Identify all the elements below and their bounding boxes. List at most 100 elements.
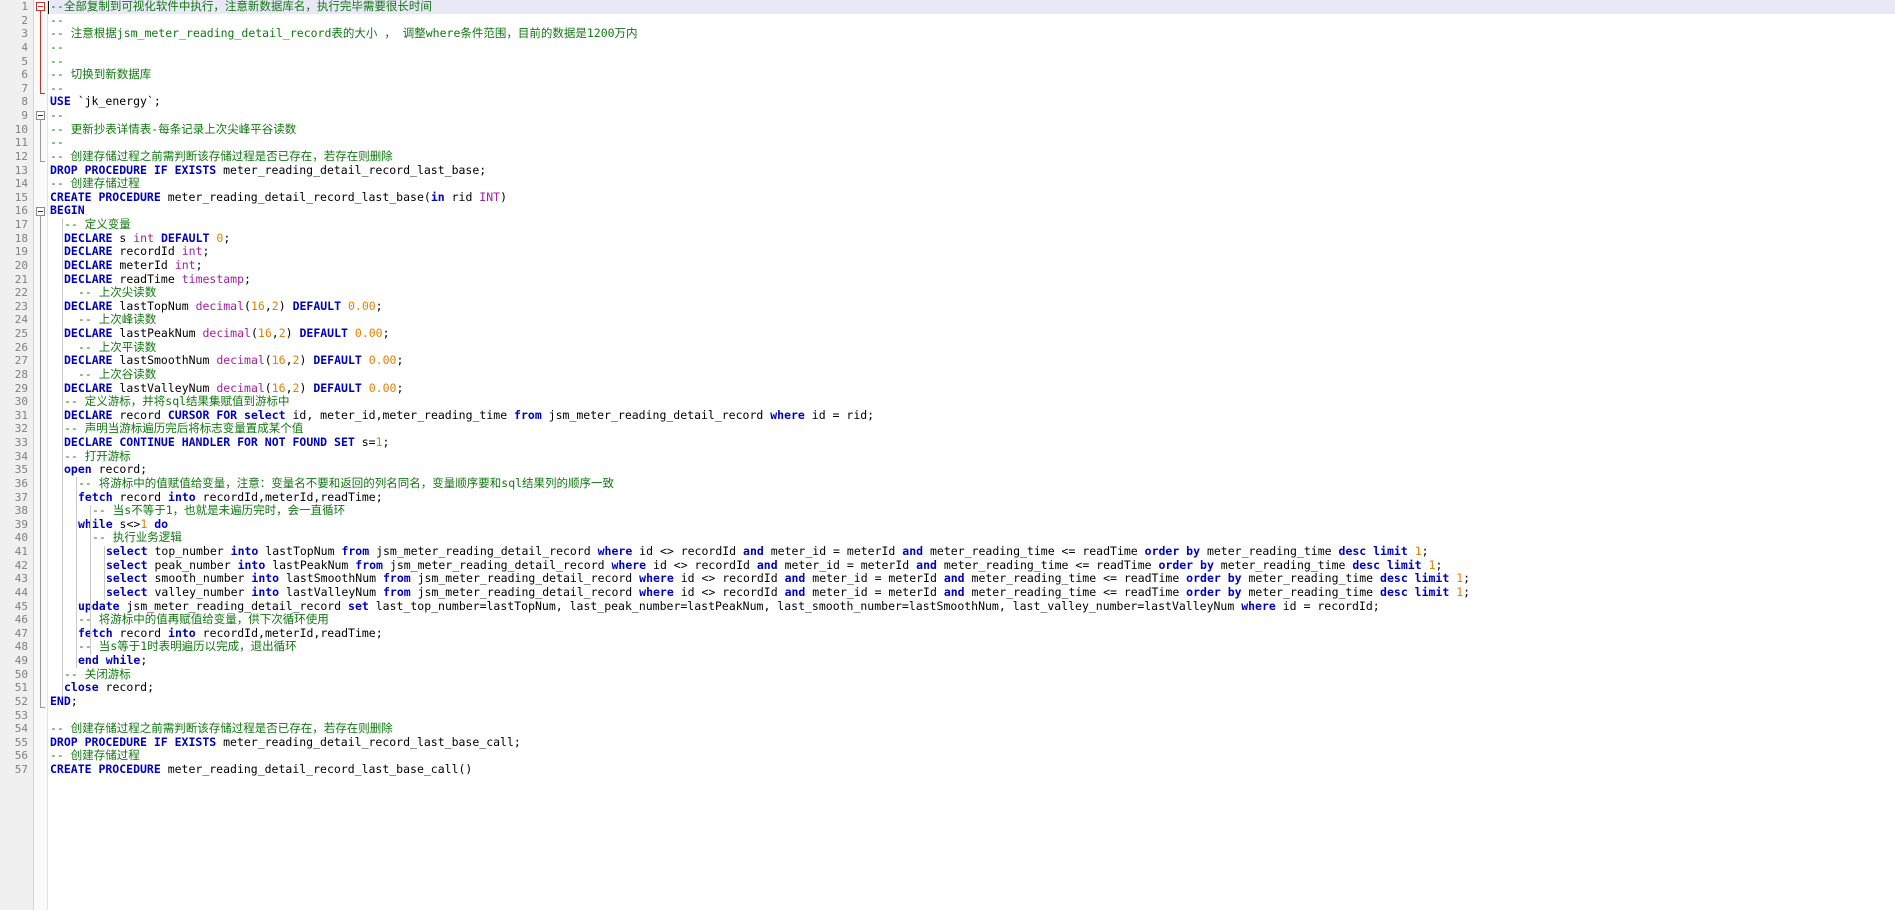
token-cmt: -- 定义游标，并将sql结果集赋值到游标中 [64,394,290,409]
code-line[interactable]: -- [50,12,1895,28]
token-pln: jsm_meter_reading_detail_record [410,571,640,586]
sql-code-editor[interactable]: 1 2 3 4 5 6 7 8 9 10 11 12 13 14 15 16 17 18 19 20 21 22 23 24 2… [0,0,1895,910]
code-line[interactable]: BEGIN [50,204,1895,218]
token-typ: decimal [216,353,265,368]
code-line[interactable]: -- 将游标中的值再赋值给变量，供下次循环使用 [50,612,1895,627]
code-line[interactable]: -- [50,108,1895,123]
code-line[interactable]: CREATE PROCEDURE meter_reading_detail_re… [50,762,1895,777]
line-number: 24 [14,313,28,327]
token-kw: do [154,516,169,531]
code-line[interactable]: DECLARE lastValleyNum decimal(16,2) DEFA… [50,380,1895,396]
code-line[interactable]: -- 上次谷读数 [50,367,1895,382]
token-cmt: -- 声明当游标遍历完后将标志变量置成某个值 [64,421,304,436]
code-line[interactable]: DECLARE recordId int; [50,244,1895,259]
token-kw: order by [1186,571,1242,586]
code-line[interactable]: -- [50,54,1895,69]
token-kw: set [348,598,369,613]
code-line[interactable]: while s<>1 do [50,516,1895,532]
token-num: 0.00 [347,298,376,313]
token-pln: id <> recordId [632,544,744,558]
code-line[interactable]: DECLARE lastTopNum decimal(16,2) DEFAULT… [50,298,1895,314]
code-line[interactable]: -- 上次平读数 [50,340,1895,355]
token-typ: decimal [195,298,245,313]
code-line[interactable]: -- 上次峰读数 [50,313,1895,327]
code-line[interactable]: select valley_number into lastValleyNum … [50,584,1895,600]
code-line[interactable]: -- 将游标中的值赋值给变量，注意：变量名不要和返回的列名同名，变量顺序要和sq… [50,476,1895,491]
token-kw: desc limit [1338,544,1408,558]
token-pln: ) [299,353,314,368]
code-line[interactable]: -- 创建存储过程之前需判断该存储过程是否已存在，若存在则删除 [50,148,1895,164]
token-kw: into [230,544,259,558]
code-line[interactable]: -- 创建存储过程之前需判断该存储过程是否已存在，若存在则删除 [50,721,1895,736]
code-line[interactable]: select smooth_number into lastSmoothNum … [50,571,1895,586]
token-pln: jsm_meter_reading_detail_record [369,544,598,558]
token-pln: meterId [112,257,175,272]
code-line[interactable]: DECLARE CONTINUE HANDLER FOR NOT FOUND S… [50,435,1895,450]
code-line[interactable]: -- 定义变量 [50,217,1895,232]
code-line[interactable]: -- 定义游标，并将sql结果集赋值到游标中 [50,394,1895,409]
token-typ: timestamp [181,271,245,286]
code-line[interactable]: -- 切换到新数据库 [50,67,1895,82]
code-line[interactable]: DECLARE meterId int; [50,257,1895,273]
code-line[interactable]: CREATE PROCEDURE meter_reading_detail_re… [50,190,1895,205]
code-line[interactable]: -- 关闭游标 [50,667,1895,682]
code-line[interactable]: DECLARE lastPeakNum decimal(16,2) DEFAUL… [50,326,1895,341]
code-line[interactable]: -- 创建存储过程 [50,176,1895,191]
code-line[interactable]: -- 创建存储过程 [50,749,1895,763]
token-cmt: -- 切换到新数据库 [50,67,152,82]
code-line[interactable]: close record; [50,680,1895,695]
token-pln: ( [250,326,258,340]
code-line[interactable]: update jsm_meter_reading_detail_record s… [50,598,1895,614]
code-line[interactable]: fetch record into recordId,meterId,readT… [50,625,1895,641]
code-line[interactable]: -- 注意根据jsm_meter_reading_detail_record表的… [50,26,1895,41]
token-pln: ) [299,380,314,395]
fold-toggle-icon[interactable] [36,111,45,121]
token-cmt: -- 创建存储过程之前需判断该存储过程是否已存在，若存在则删除 [50,148,393,163]
code-line[interactable]: USE `jk_energy`; [50,95,1895,109]
code-line[interactable]: -- 更新抄表详情表-每条记录上次尖峰平谷读数 [50,122,1895,137]
fold-toggle-icon[interactable] [36,206,45,216]
line-number: 48 [14,640,28,654]
code-line[interactable]: DECLARE lastSmoothNum decimal(16,2) DEFA… [50,353,1895,368]
code-line[interactable]: end while; [50,653,1895,668]
code-line[interactable]: DECLARE s int DEFAULT 0; [50,231,1895,246]
token-pln: ; [1421,544,1429,558]
indent-guide [76,477,77,669]
code-line[interactable] [50,709,1895,723]
token-typ: decimal [216,380,265,395]
code-line[interactable]: -- 声明当游标遍历完后将标志变量置成某个值 [50,422,1895,436]
code-line[interactable]: -- 上次尖读数 [50,285,1895,300]
token-pln: record [112,625,169,640]
code-line[interactable]: select top_number into lastTopNum from j… [50,544,1895,559]
fold-toggle-icon[interactable] [36,2,45,11]
code-line[interactable]: fetch record into recordId,meterId,readT… [50,489,1895,505]
code-content-area[interactable]: --全部复制到可视化软件中执行，注意新数据库名，执行完毕需要很长时间 -- -- 注… [48,0,1895,910]
token-pln: lastSmoothNum [279,571,383,586]
token-pln: record [112,489,169,504]
token-pln: id = rid; [804,407,875,422]
code-line[interactable]: DECLARE readTime timestamp; [50,271,1895,287]
code-line[interactable]: END; [50,694,1895,709]
line-number: 41 [14,545,28,558]
token-pln: ; [375,298,383,313]
code-line[interactable]: -- [50,81,1895,96]
code-line[interactable]: --全部复制到可视化软件中执行，注意新数据库名，执行完毕需要很长时间 [50,0,1895,14]
code-line[interactable]: -- 打开游标 [50,449,1895,464]
code-line[interactable]: DROP PROCEDURE IF EXISTS meter_reading_d… [50,735,1895,750]
code-line[interactable]: DECLARE record CURSOR FOR select id, met… [50,407,1895,423]
token-kw: from [382,571,411,586]
code-line[interactable]: -- [50,40,1895,55]
code-line[interactable]: select peak_number into lastPeakNum from… [50,558,1895,573]
code-line[interactable]: -- [50,135,1895,150]
code-line[interactable]: -- 当s等于1时表明遍历以完成，退出循环 [50,640,1895,654]
token-cmt: --全部复制到可视化软件中执行，注意新数据库名，执行完毕需要很长时间 [50,0,432,13]
code-line[interactable]: DROP PROCEDURE IF EXISTS meter_reading_d… [50,163,1895,178]
code-folding-column[interactable] [34,0,48,910]
code-line[interactable]: -- 执行业务逻辑 [50,531,1895,545]
token-cmt: -- [50,12,64,27]
code-line[interactable]: -- 当s不等于1，也就是未遍历完时，会一直循环 [50,503,1895,518]
token-pln: meter_id = meterId [805,584,944,599]
token-num: 2 [278,326,286,340]
code-line[interactable]: open record; [50,462,1895,477]
token-cmt: -- 上次峰读数 [78,312,157,327]
